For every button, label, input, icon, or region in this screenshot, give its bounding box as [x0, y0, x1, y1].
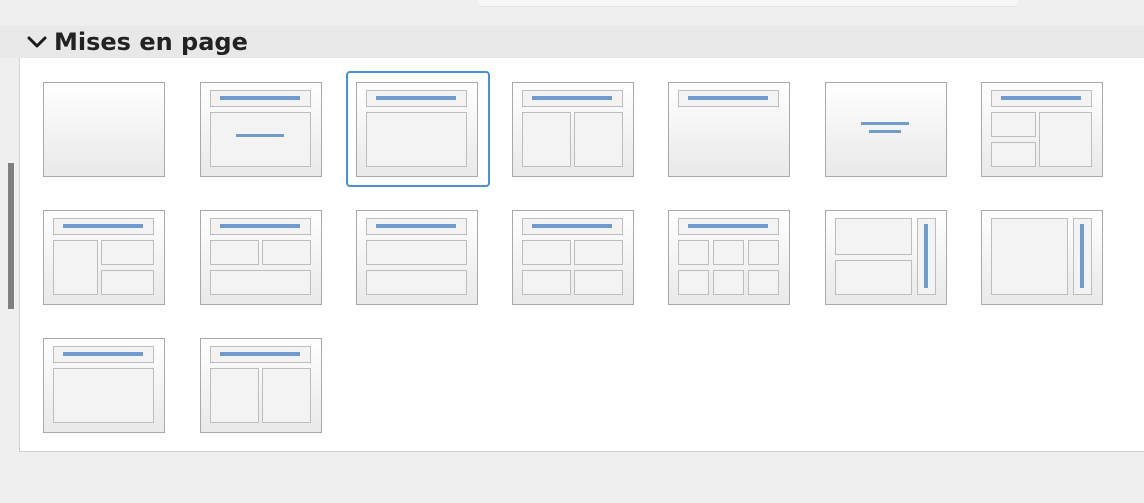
sidebar-resize-handle[interactable]: [0, 163, 16, 309]
panel-top-edge: [478, 0, 1018, 7]
layout-centered-text[interactable]: [825, 82, 947, 177]
layout-title-two-content[interactable]: [512, 82, 634, 177]
layout-vertical-title-two-content[interactable]: [825, 210, 947, 305]
layout-title-two-left-one-right[interactable]: [981, 82, 1103, 177]
layout-title-two-content-2[interactable]: [200, 338, 322, 433]
section-title: Mises en page: [54, 28, 248, 56]
resize-grip[interactable]: [8, 163, 14, 309]
layouts-section-header[interactable]: Mises en page: [0, 26, 1144, 58]
layout-title-only[interactable]: [668, 82, 790, 177]
layout-vertical-title-content[interactable]: [981, 210, 1103, 305]
layout-title-one-left-two-right[interactable]: [43, 210, 165, 305]
top-bar: [0, 0, 1144, 26]
layout-blank[interactable]: [43, 82, 165, 177]
chevron-down-icon[interactable]: [25, 28, 49, 56]
layout-title-four-content[interactable]: [512, 210, 634, 305]
layout-title-content[interactable]: [356, 82, 478, 177]
layout-title-two-top-one-bottom[interactable]: [200, 210, 322, 305]
layout-title-content-2[interactable]: [43, 338, 165, 433]
layout-title-six-content[interactable]: [668, 210, 790, 305]
layout-title-content-over-content[interactable]: [356, 210, 478, 305]
layout-title-content-centered[interactable]: [200, 82, 322, 177]
